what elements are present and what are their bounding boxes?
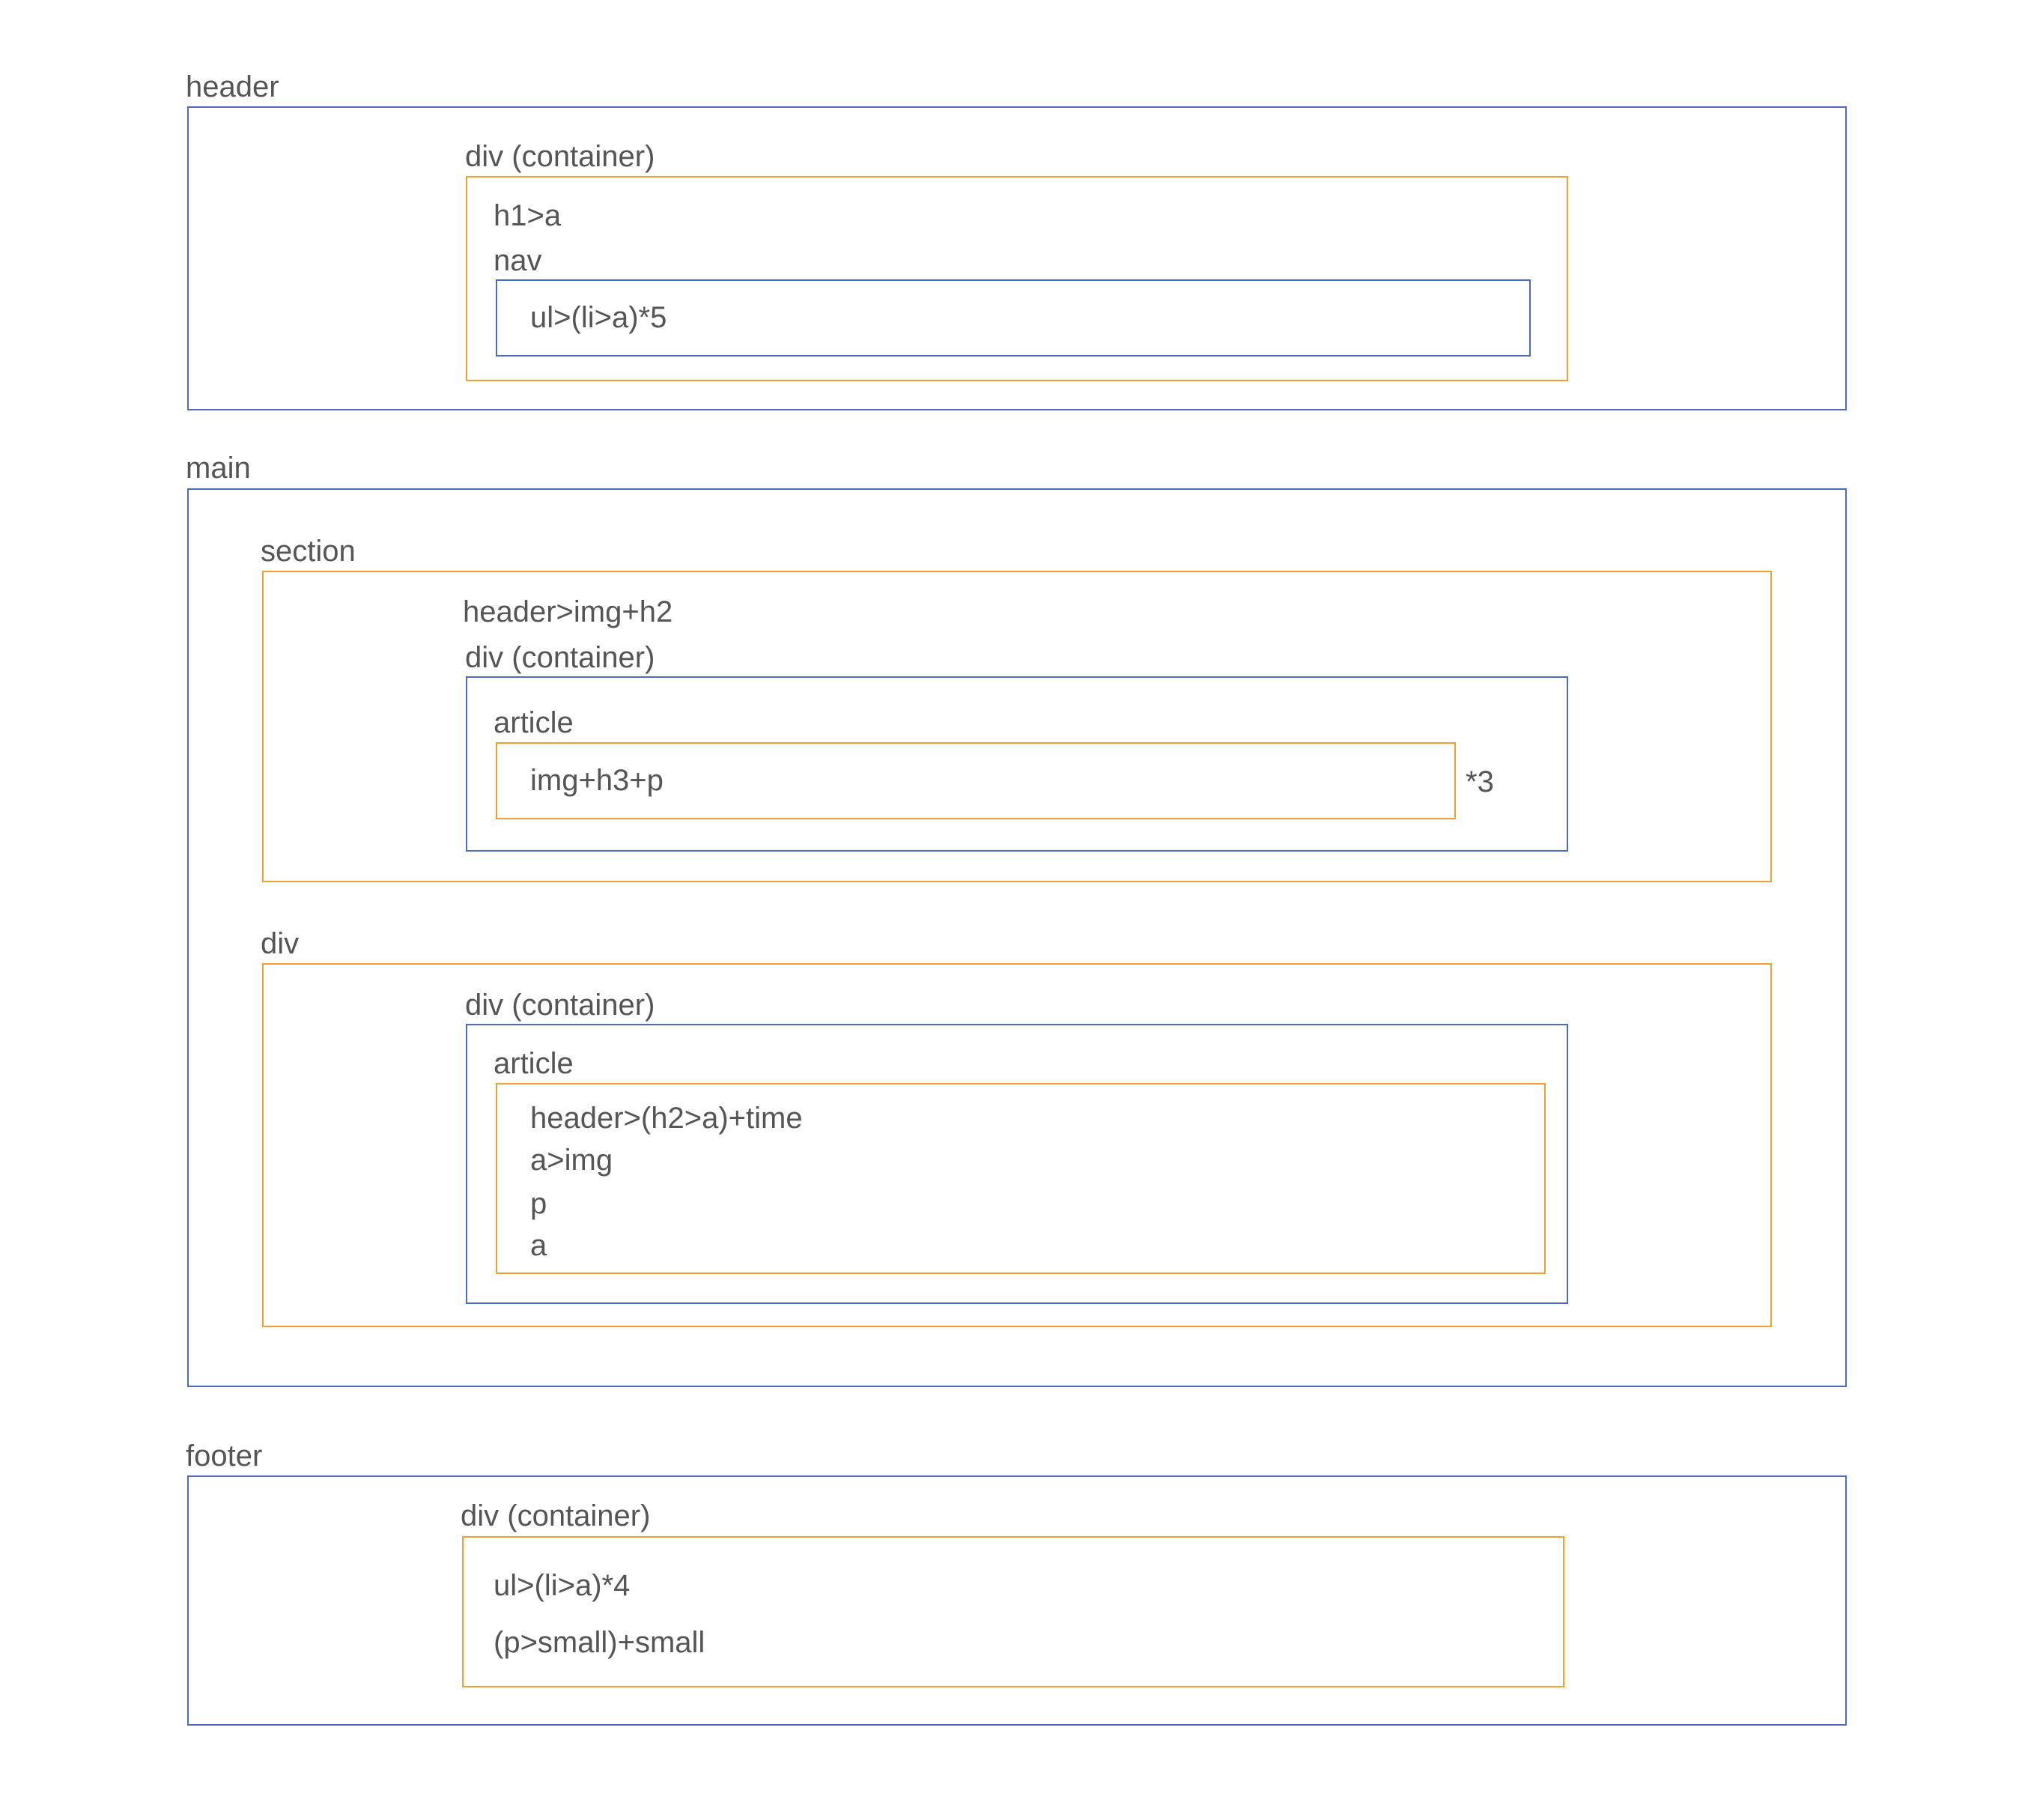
main-div-article-line: header>(h2>a)+time: [530, 1102, 803, 1135]
footer-label: footer: [186, 1440, 263, 1472]
main-div-label: div: [261, 927, 300, 960]
main-label: main: [186, 452, 251, 485]
header-label: header: [186, 70, 279, 103]
section-label: section: [261, 535, 356, 568]
footer-line-1: ul>(li>a)*4: [494, 1569, 631, 1602]
footer-container-label: div (container): [461, 1499, 651, 1532]
nav-content: ul>(li>a)*5: [530, 301, 667, 334]
main-div-container-label: div (container): [465, 989, 655, 1022]
h1-label: h1>a: [494, 199, 562, 232]
footer-container-box: [462, 1536, 1564, 1687]
section-article-content: img+h3+p: [530, 764, 664, 797]
section-header-label: header>img+h2: [463, 595, 673, 628]
section-container-label: div (container): [465, 641, 655, 674]
main-div-article-line: a: [530, 1229, 547, 1262]
footer-line-2: (p>small)+small: [494, 1626, 705, 1659]
main-div-article-line: a>img: [530, 1144, 613, 1177]
main-div-article-label: article: [494, 1047, 574, 1080]
section-article-repeat: *3: [1466, 765, 1494, 798]
section-article-label: article: [494, 706, 574, 739]
header-container-label: div (container): [465, 140, 655, 173]
main-div-article-line: p: [530, 1187, 547, 1220]
nav-label: nav: [494, 244, 542, 277]
